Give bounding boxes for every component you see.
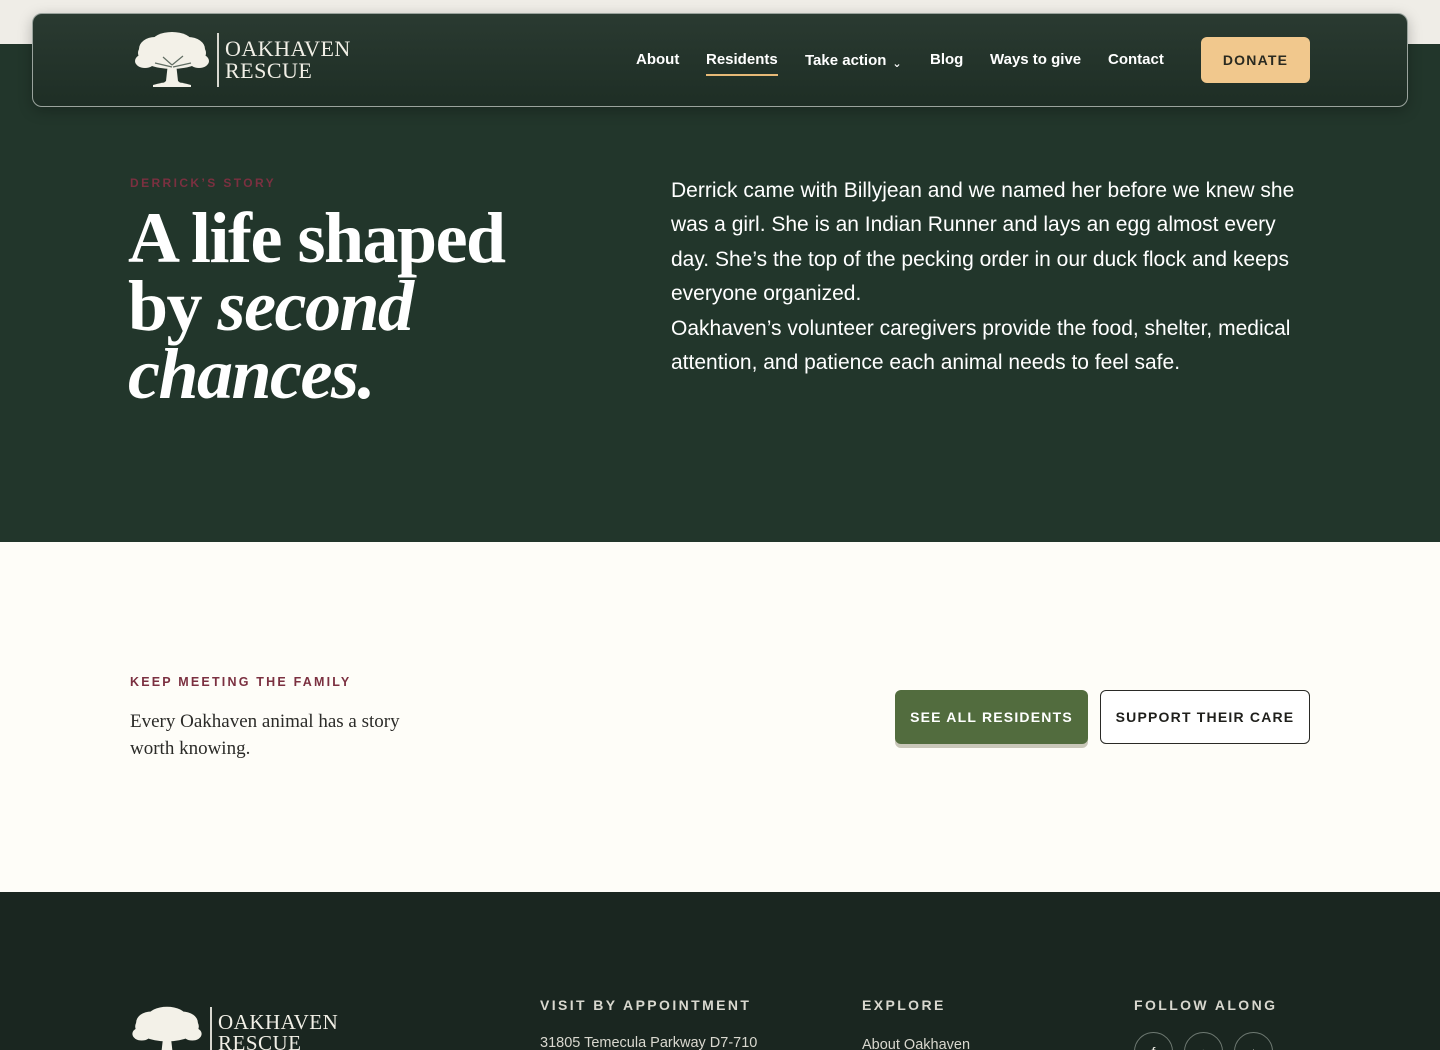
brand-name-line1: OAKHAVEN — [225, 36, 351, 61]
brand-logo[interactable]: OAKHAVEN RESCUE — [133, 28, 351, 92]
footer-explore-heading: EXPLORE — [862, 997, 946, 1013]
chevron-down-icon: ⌄ — [892, 58, 902, 70]
hero-headline: A life shaped by second chances. — [128, 202, 506, 410]
footer-visit-heading: VISIT BY APPOINTMENT — [540, 997, 752, 1013]
footer-link-about[interactable]: About Oakhaven — [862, 1037, 970, 1050]
nav-item-about[interactable]: About — [636, 51, 679, 68]
support-their-care-button[interactable]: SUPPORT THEIR CARE — [1100, 690, 1310, 744]
hero-body: Derrick came with Billyjean and we named… — [671, 174, 1311, 380]
hero-body-paragraph-2: Oakhaven’s volunteer caregivers provide … — [671, 316, 1291, 375]
nav-item-blog[interactable]: Blog — [930, 51, 963, 68]
logo-divider — [210, 1007, 212, 1050]
see-all-residents-button[interactable]: SEE ALL RESIDENTS — [895, 690, 1088, 744]
hero-eyebrow: DERRICK’S STORY — [130, 176, 277, 190]
headline-line3-italic: chances. — [128, 334, 375, 414]
logo-divider — [217, 33, 219, 87]
footer-address: 31805 Temecula Parkway D7-710 — [540, 1035, 758, 1050]
nav-item-residents[interactable]: Residents — [706, 51, 778, 76]
nav-item-ways-to-give[interactable]: Ways to give — [990, 51, 1081, 68]
brand-name: OAKHAVEN RESCUE — [225, 38, 351, 82]
footer-logo[interactable]: OAKHAVEN RESCUE — [130, 1004, 338, 1050]
footer-brand-line1: OAKHAVEN — [218, 1010, 339, 1034]
hero-body-paragraph-1: Derrick came with Billyjean and we named… — [671, 179, 1295, 306]
family-eyebrow: KEEP MEETING THE FAMILY — [130, 675, 352, 689]
donate-button[interactable]: DONATE — [1201, 37, 1310, 83]
nav-item-take-action[interactable]: Take action ⌄ — [805, 52, 902, 70]
brand-name-line2: RESCUE — [225, 58, 313, 83]
family-text: Every Oakhaven animal has a story worth … — [130, 711, 400, 759]
footer-follow-heading: FOLLOW ALONG — [1134, 997, 1278, 1013]
oak-tree-icon — [132, 1006, 202, 1050]
oak-tree-icon — [135, 32, 209, 87]
footer-brand-line2: RESCUE — [218, 1031, 302, 1050]
nav-item-contact[interactable]: Contact — [1108, 51, 1164, 68]
site-header: OAKHAVEN RESCUE About Residents Take act… — [32, 13, 1408, 107]
footer-brand-name: OAKHAVEN RESCUE — [218, 1012, 338, 1050]
nav-item-take-action-label: Take action — [805, 52, 887, 69]
